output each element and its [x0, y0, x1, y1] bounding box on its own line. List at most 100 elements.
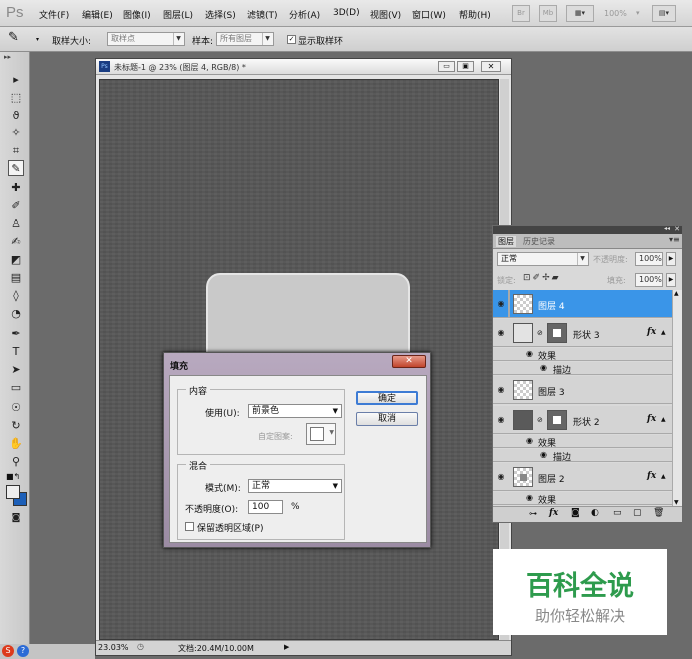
sample-select[interactable]: 所有图层 ▼: [216, 32, 274, 46]
scroll-up-icon[interactable]: ▲: [674, 290, 679, 297]
menu-layer[interactable]: 图层(L): [163, 8, 193, 21]
zoom-tool-icon[interactable]: ⚲: [8, 454, 24, 470]
visibility-eye-icon[interactable]: ◉: [496, 299, 506, 309]
opacity-slider-icon[interactable]: ▶: [666, 252, 676, 266]
tab-history[interactable]: 历史记录: [523, 236, 555, 247]
layer-row-4[interactable]: ◉ 图层 4: [493, 290, 672, 318]
move-tool-icon[interactable]: ▸: [8, 72, 24, 88]
pen-tool-icon[interactable]: ✒: [8, 326, 24, 342]
bridge-button[interactable]: Br: [512, 5, 530, 22]
marquee-tool-icon[interactable]: ⬚: [8, 90, 24, 106]
type-tool-icon[interactable]: T: [8, 344, 24, 360]
eyedropper-preset-icon[interactable]: ✎: [8, 30, 19, 45]
blur-tool-icon[interactable]: ◊: [8, 288, 24, 304]
menu-analysis[interactable]: 分析(A): [289, 8, 320, 21]
use-select[interactable]: 前景色 ▼: [248, 404, 342, 418]
status-info-icon[interactable]: ◷: [137, 642, 144, 651]
mini-bridge-button[interactable]: Mb: [539, 5, 557, 22]
help-icon[interactable]: ?: [17, 645, 29, 657]
maximize-icon[interactable]: ▣: [457, 61, 474, 72]
blend-mode-select[interactable]: 正常 ▼: [497, 252, 589, 266]
expand-effects-icon[interactable]: ▲: [661, 473, 666, 480]
link-layers-icon[interactable]: ⊶: [529, 509, 537, 518]
ok-button[interactable]: 确定: [356, 391, 418, 405]
panel-collapse-icon[interactable]: ▸▸: [4, 53, 11, 61]
close-panel-icon[interactable]: ✕: [674, 225, 680, 233]
panel-menu-icon[interactable]: ▾≡: [669, 235, 680, 244]
fill-slider-icon[interactable]: ▶: [666, 273, 676, 287]
zoom-dropdown-icon[interactable]: ▾: [636, 9, 640, 17]
shape-tool-icon[interactable]: ▭: [8, 380, 24, 396]
clone-stamp-tool-icon[interactable]: ♙: [8, 216, 24, 232]
layers-scrollbar[interactable]: ▲ ▼: [672, 290, 682, 506]
expand-effects-icon[interactable]: ▲: [661, 416, 666, 423]
zoom-level[interactable]: 100%: [604, 9, 627, 18]
history-brush-tool-icon[interactable]: ✍: [8, 234, 24, 250]
scroll-down-icon[interactable]: ▼: [674, 499, 679, 506]
effects-eye-icon[interactable]: ◉: [526, 436, 533, 445]
3d-orbit-tool-icon[interactable]: ↻: [8, 418, 24, 434]
brush-tool-icon[interactable]: ✐: [8, 198, 24, 214]
visibility-eye-icon[interactable]: ◉: [496, 328, 506, 338]
zoom-readout[interactable]: 23.03%: [98, 643, 129, 652]
dialog-close-icon[interactable]: ✕: [392, 355, 426, 368]
menu-file[interactable]: 文件(F): [39, 8, 69, 21]
menu-image[interactable]: 图像(I): [123, 8, 151, 21]
stroke-eye-icon[interactable]: ◉: [540, 363, 547, 372]
lock-icons[interactable]: ⊡✐✢▰: [523, 273, 561, 283]
app-icon[interactable]: S: [2, 645, 14, 657]
dodge-tool-icon[interactable]: ◔: [8, 306, 24, 322]
healing-brush-tool-icon[interactable]: ✚: [8, 180, 24, 196]
new-group-icon[interactable]: ▭: [613, 508, 622, 518]
arrange-documents-button[interactable]: ▤▾: [652, 5, 676, 22]
add-style-icon[interactable]: fx: [549, 508, 558, 518]
gradient-tool-icon[interactable]: ▤: [8, 270, 24, 286]
quick-mask-icon[interactable]: ◙: [8, 510, 24, 526]
tool-preset-dropdown-icon[interactable]: ▾: [36, 36, 39, 43]
layer-row-3[interactable]: ◉ 图层 3: [493, 376, 672, 404]
menu-3d[interactable]: 3D(D): [333, 8, 360, 18]
crop-tool-icon[interactable]: ⌗: [8, 143, 24, 159]
add-mask-icon[interactable]: ◙: [571, 508, 580, 518]
expand-effects-icon[interactable]: ▲: [661, 329, 666, 336]
fx-icon[interactable]: fx: [647, 414, 656, 424]
view-extras-button[interactable]: ▦▾: [566, 5, 594, 22]
menu-filter[interactable]: 滤镜(T): [247, 8, 278, 21]
layer-opacity-input[interactable]: 100%: [635, 252, 663, 266]
quick-select-tool-icon[interactable]: ✧: [8, 125, 24, 141]
lasso-tool-icon[interactable]: ϑ: [8, 108, 24, 124]
visibility-eye-icon[interactable]: ◉: [496, 415, 506, 425]
sample-size-select[interactable]: 取样点 ▼: [107, 32, 185, 46]
adjustment-layer-icon[interactable]: ◐: [591, 508, 599, 518]
menu-view[interactable]: 视图(V): [370, 8, 401, 21]
show-ring-checkbox[interactable]: ✓: [287, 35, 296, 44]
3d-rotate-tool-icon[interactable]: ☉: [8, 400, 24, 416]
visibility-eye-icon[interactable]: ◉: [496, 472, 506, 482]
fill-input[interactable]: 100%: [635, 273, 663, 287]
hand-tool-icon[interactable]: ✋: [8, 436, 24, 452]
opacity-input[interactable]: 100: [248, 500, 283, 514]
fx-icon[interactable]: fx: [647, 471, 656, 481]
layer-row-2[interactable]: ◉ 图层 2 fx ▲: [493, 463, 672, 491]
foreground-color-swatch[interactable]: [6, 485, 20, 499]
pattern-picker[interactable]: ▼: [306, 423, 336, 445]
menu-help[interactable]: 帮助(H): [459, 8, 491, 21]
minimize-icon[interactable]: ▭: [438, 61, 455, 72]
eyedropper-tool-icon[interactable]: ✎: [8, 160, 24, 176]
swap-colors-icon[interactable]: ■↰: [6, 472, 20, 481]
collapse-icon[interactable]: ◂◂: [664, 225, 670, 232]
eraser-tool-icon[interactable]: ◩: [8, 252, 24, 268]
fx-icon[interactable]: fx: [647, 327, 656, 337]
effects-eye-icon[interactable]: ◉: [526, 349, 533, 358]
new-layer-icon[interactable]: ▢: [633, 508, 642, 518]
mode-select[interactable]: 正常 ▼: [248, 479, 342, 493]
delete-layer-icon[interactable]: 🗑: [653, 508, 664, 518]
cancel-button[interactable]: 取消: [356, 412, 418, 426]
preserve-transparency-checkbox[interactable]: [185, 522, 194, 531]
tab-layers[interactable]: 图层: [496, 236, 516, 247]
status-menu-icon[interactable]: ▶: [284, 643, 289, 651]
close-icon[interactable]: ✕: [481, 61, 501, 72]
layer-row-shape-3[interactable]: ◉ ⊘ 形状 3 fx ▲: [493, 319, 672, 347]
layer-row-shape-2[interactable]: ◉ ⊘ 形状 2 fx ▲: [493, 406, 672, 434]
effects-eye-icon[interactable]: ◉: [526, 493, 533, 502]
